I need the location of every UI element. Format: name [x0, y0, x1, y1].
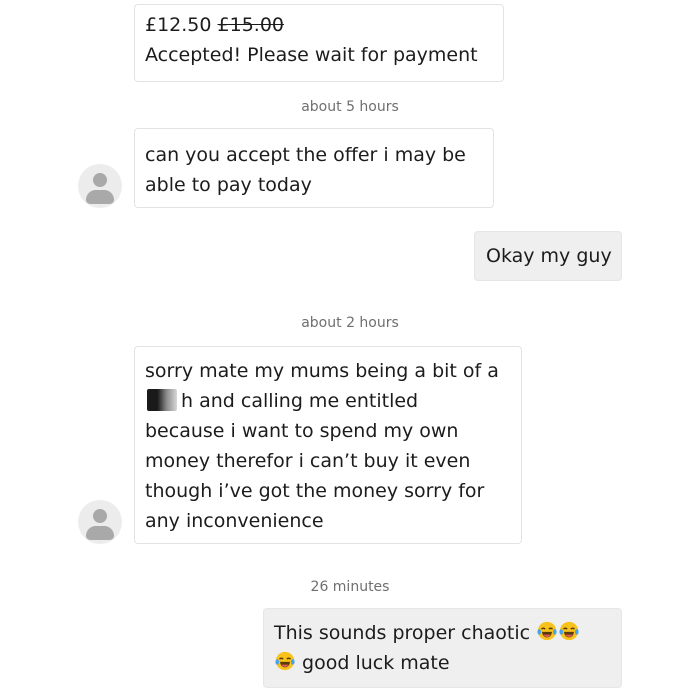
avatar-head-shape — [93, 509, 107, 523]
face-with-tears-of-joy-icon — [275, 651, 295, 671]
avatar-head-shape — [93, 173, 107, 187]
face-with-tears-of-joy-icon — [559, 621, 579, 641]
original-price: £15.00 — [217, 14, 285, 36]
incoming-message: sorry mate my mums being a bit of a h an… — [134, 346, 522, 544]
message-line: This sounds proper chaotic — [274, 618, 611, 648]
outgoing-message: This sounds proper chaotic good luck mat… — [263, 608, 622, 688]
offer-status-bubble: £12.50 £15.00 Accepted! Please wait for … — [134, 4, 504, 82]
message-line: able to pay today — [145, 174, 312, 196]
message-line: h and calling me entitled — [145, 386, 511, 416]
avatar-body-shape — [86, 190, 114, 204]
message-timestamp: about 5 hours — [301, 99, 399, 115]
message-line: money therefor i can’t buy it even — [145, 450, 471, 472]
face-with-tears-of-joy-icon — [537, 621, 557, 641]
outgoing-message: Okay my guy — [474, 231, 622, 281]
avatar-body-shape — [86, 526, 114, 540]
message-line-text: good luck mate — [302, 652, 450, 674]
avatar[interactable] — [78, 500, 122, 544]
message-line: good luck mate — [274, 648, 611, 678]
message-line: sorry mate my mums being a bit of a — [145, 360, 499, 382]
incoming-message: can you accept the offer i may be able t… — [134, 128, 494, 208]
censored-word-mark — [147, 389, 177, 411]
message-timestamp: about 2 hours — [301, 315, 399, 331]
conversation-thread: £12.50 £15.00 Accepted! Please wait for … — [0, 0, 700, 700]
message-text: Okay my guy — [486, 245, 612, 267]
message-line: because i want to spend my own — [145, 420, 459, 442]
message-line: can you accept the offer i may be — [145, 144, 466, 166]
message-line: any inconvenience — [145, 510, 324, 532]
message-timestamp: 26 minutes — [310, 579, 390, 595]
message-line: though i’ve got the money sorry for — [145, 480, 485, 502]
offer-status-text: Accepted! Please wait for payment — [145, 44, 478, 66]
message-line-text: This sounds proper chaotic — [274, 622, 531, 644]
offer-price: £12.50 — [145, 14, 212, 36]
message-line-text: h and calling me entitled — [181, 390, 419, 412]
avatar[interactable] — [78, 164, 122, 208]
